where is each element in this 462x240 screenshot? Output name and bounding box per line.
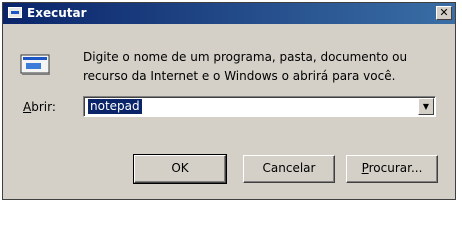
chevron-down-icon: ▼ [422,102,430,111]
dropdown-button[interactable]: ▼ [418,98,434,115]
open-label-hotkey: A [23,100,32,114]
open-label-text: brir: [31,100,56,114]
description-line-2: recurso da Internet e o Windows o abrirá… [83,69,396,83]
open-field-label: Abrir: [23,100,56,114]
description-line-1: Digite o nome de um programa, pasta, doc… [83,50,408,64]
run-dialog: Executar ✕ Digite o nome de um programa,… [2,2,456,200]
cancel-button[interactable]: Cancelar [243,155,335,183]
run-dialog-icon [8,7,22,18]
program-window-icon [20,54,50,75]
ok-button[interactable]: OK [133,154,227,184]
close-button[interactable]: ✕ [436,6,452,20]
window-title: Executar [27,6,87,20]
open-combobox[interactable]: notepad ▼ [83,96,436,117]
dialog-description: Digite o nome de um programa, pasta, doc… [83,48,443,86]
browse-button[interactable]: Procurar... [346,155,438,183]
browse-hotkey: P [361,161,369,175]
close-icon: ✕ [439,6,449,19]
title-bar[interactable]: Executar ✕ [3,3,455,24]
open-input-value[interactable]: notepad [88,99,142,114]
browse-label: rocurar... [368,161,423,175]
